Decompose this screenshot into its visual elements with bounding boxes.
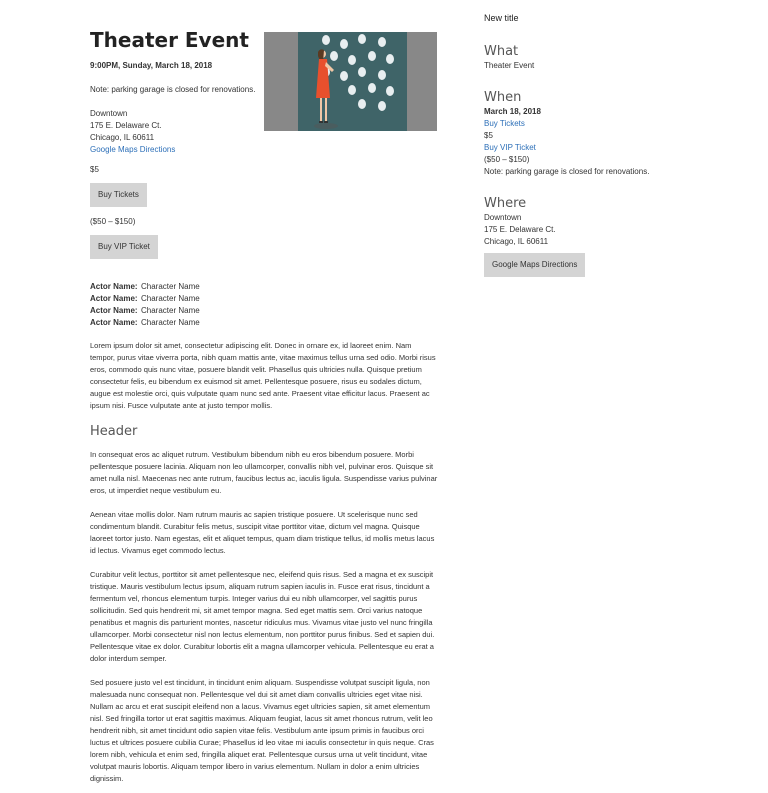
when-date: March 18, 2018 (484, 107, 541, 116)
event-hero-image (264, 32, 437, 131)
actor-label: Actor Name: (90, 282, 138, 291)
sidebar-price: $5 (484, 131, 493, 140)
what-value: Theater Event (484, 61, 535, 70)
sidebar-buy-vip-link[interactable]: Buy VIP Ticket (484, 142, 724, 154)
buy-tickets-button[interactable]: Buy Tickets (90, 183, 147, 207)
maps-link[interactable]: Google Maps Directions (90, 144, 438, 156)
sidebar-title: New title (484, 13, 519, 23)
sidebar-vip-range: ($50 – $150) (484, 155, 530, 164)
intro-paragraph: Lorem ipsum dolor sit amet, consectetur … (90, 341, 436, 410)
character-name: Character Name (141, 282, 200, 291)
venue-city: Chicago, IL 60611 (90, 133, 155, 142)
event-sidebar: New title What Theater Event When March … (484, 10, 724, 277)
actor-label: Actor Name: (90, 318, 138, 327)
section-header: Header (90, 424, 138, 439)
character-name: Character Name (141, 294, 200, 303)
event-main: Theater Event 9:00PM, Sunday, March 18, … (90, 28, 438, 785)
cast-row: Actor Name: Character Name (90, 305, 438, 317)
character-name: Character Name (141, 306, 200, 315)
body-paragraph: Aenean vitae mollis dolor. Nam rutrum ma… (90, 510, 435, 555)
body-paragraph: In consequat eros ac aliquet rutrum. Ves… (90, 450, 438, 495)
character-name: Character Name (141, 318, 200, 327)
cast-row: Actor Name: Character Name (90, 281, 438, 293)
vip-price-range: ($50 – $150) (90, 217, 136, 226)
sidebar-note: Note: parking garage is closed for renov… (484, 167, 650, 176)
body-paragraph: Sed posuere justo vel est tincidunt, in … (90, 678, 434, 783)
buy-vip-ticket-button[interactable]: Buy VIP Ticket (90, 235, 158, 259)
google-maps-directions-button[interactable]: Google Maps Directions (484, 253, 586, 277)
cast-list: Actor Name: Character Name Actor Name: Cha… (90, 281, 438, 329)
when-heading: When (484, 90, 522, 105)
what-heading: What (484, 44, 519, 59)
where-heading: Where (484, 196, 527, 211)
sidebar-street: 175 E. Delaware Ct. (484, 225, 556, 234)
cast-row: Actor Name: Character Name (90, 293, 438, 305)
sidebar-city: Chicago, IL 60611 (484, 237, 549, 246)
body-paragraph: Curabitur velit lectus, porttitor sit am… (90, 570, 435, 663)
ticket-price: $5 (90, 165, 99, 174)
sidebar-venue: Downtown (484, 213, 522, 222)
actor-label: Actor Name: (90, 306, 138, 315)
woman-at-mask-wall-illustration (264, 32, 437, 131)
sidebar-buy-tickets-link[interactable]: Buy Tickets (484, 118, 724, 130)
cast-row: Actor Name: Character Name (90, 317, 438, 329)
actor-label: Actor Name: (90, 294, 138, 303)
